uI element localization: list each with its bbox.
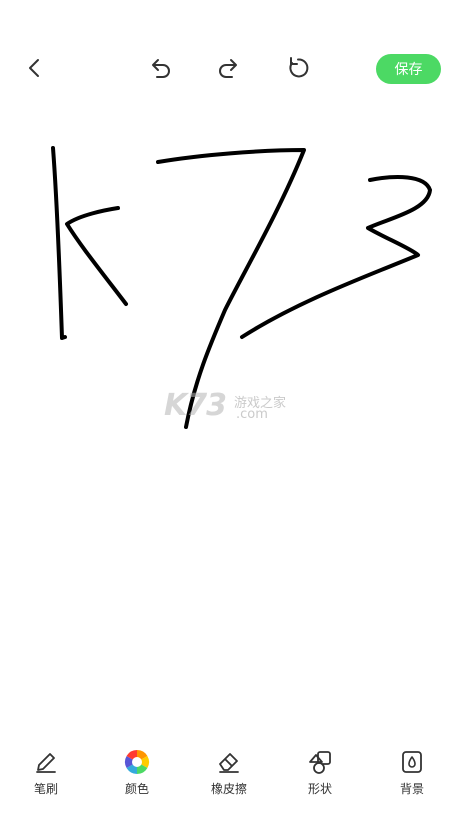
stroke-7 [156,148,306,429]
tool-brush-label: 笔刷 [33,782,58,796]
drawing-canvas[interactable]: K73 游戏之家 .com [0,120,458,730]
pencil-icon [32,748,60,776]
tool-eraser-label: 橡皮擦 [210,782,247,796]
stroke-3 [240,175,432,339]
refresh-icon [289,57,309,78]
tool-shapes-label: 形状 [307,782,332,796]
tool-color[interactable]: 颜色 [102,748,172,804]
undo-icon [152,59,170,78]
watermark-logo: K73 [164,388,227,423]
bottom-toolbar: 笔刷 颜色 橡皮擦 形状 背景 [0,740,458,814]
background-drop-icon [398,748,426,776]
top-bar: 保存 [0,0,458,120]
tool-shapes[interactable]: 形状 [285,748,355,804]
reset-button[interactable] [278,48,318,88]
tool-background-label: 背景 [399,782,424,796]
shapes-icon [306,748,334,776]
eraser-icon [215,748,243,776]
tool-background[interactable]: 背景 [377,748,447,804]
color-wheel-icon [123,748,151,776]
save-button[interactable]: 保存 [376,54,441,84]
watermark-domain: .com [236,407,268,422]
chevron-left-icon [29,59,39,77]
redo-icon [219,59,237,78]
undo-button[interactable] [140,48,180,88]
tool-brush[interactable]: 笔刷 [11,748,81,804]
back-button[interactable] [15,48,55,88]
stroke-k-branch [65,206,128,306]
redo-button[interactable] [209,48,249,88]
tool-color-label: 颜色 [124,782,149,796]
tool-eraser[interactable]: 橡皮擦 [194,748,264,804]
watermark: K73 游戏之家 .com [164,388,294,428]
stroke-k-vertical [51,146,67,340]
